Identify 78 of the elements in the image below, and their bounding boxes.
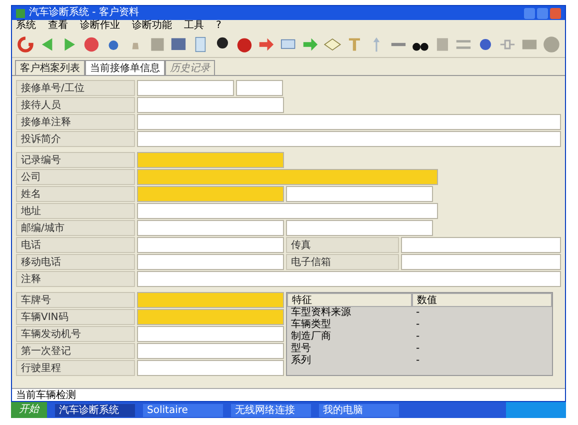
- field-label: 公司: [16, 169, 135, 185]
- input-field[interactable]: [137, 169, 438, 185]
- menu-item[interactable]: ?: [216, 20, 222, 32]
- table-cell-text: 车辆类型: [290, 319, 332, 330]
- circle-icon[interactable]: [542, 35, 562, 54]
- input-field[interactable]: [137, 343, 284, 359]
- status-bar: 当前车辆检测: [12, 388, 565, 401]
- table-cell-text: 制造厂商: [290, 331, 332, 342]
- tab[interactable]: 客户档案列表: [15, 60, 85, 75]
- input-field[interactable]: [137, 97, 284, 113]
- menu-item[interactable]: 诊断功能: [132, 20, 172, 32]
- stop-icon[interactable]: [82, 35, 101, 54]
- menu-item[interactable]: 工具: [184, 20, 204, 32]
- input-field[interactable]: [286, 186, 433, 202]
- field-label: 车辆发动机号: [16, 326, 135, 342]
- table-cell-text: -: [415, 307, 421, 319]
- field-label: 移动电话: [16, 254, 135, 270]
- input-field[interactable]: [137, 220, 284, 236]
- field-label: 投诉简介: [16, 131, 135, 147]
- close-button[interactable]: [550, 8, 561, 18]
- input-field[interactable]: [137, 203, 438, 219]
- system-tray: [506, 402, 566, 418]
- taskbar-button[interactable]: 汽车诊断系统: [55, 404, 135, 416]
- tab[interactable]: 当前接修单信息: [85, 60, 165, 75]
- menu-item[interactable]: 查看: [48, 20, 68, 32]
- field-label: 电子信箱: [286, 254, 399, 270]
- input-field[interactable]: [236, 80, 283, 96]
- field-label: 接修单注释: [16, 114, 135, 130]
- menu-item[interactable]: 系统: [16, 20, 36, 32]
- input-field[interactable]: [137, 271, 561, 287]
- input-field[interactable]: [137, 152, 284, 168]
- start-button[interactable]: 开始: [11, 402, 47, 418]
- table-cell-text: 型号: [290, 343, 312, 354]
- field-label: 传真: [286, 237, 399, 253]
- window-title: 汽车诊断系统 - 客户资料: [29, 7, 139, 19]
- app-icon: [16, 8, 25, 18]
- menu-item[interactable]: 诊断作业: [80, 20, 120, 32]
- field-label: 第一次登记: [16, 343, 135, 359]
- maximize-button[interactable]: [537, 8, 548, 18]
- input-field[interactable]: [137, 309, 284, 325]
- taskbar-button[interactable]: 无线网络连接: [231, 404, 311, 416]
- input-field[interactable]: [137, 186, 284, 202]
- refresh-icon[interactable]: [16, 35, 35, 54]
- field-label: 注释: [16, 271, 135, 287]
- input-field[interactable]: [137, 254, 284, 270]
- field-label: 记录编号: [16, 152, 135, 168]
- table-cell-text: -: [415, 331, 421, 343]
- arrow-right-icon[interactable]: [257, 35, 276, 54]
- field-label: 邮编/城市: [16, 220, 135, 236]
- input-field[interactable]: [401, 237, 561, 253]
- input-field[interactable]: [137, 114, 561, 130]
- field-label: 姓名: [16, 186, 135, 202]
- field-label: 地址: [16, 203, 135, 219]
- field-label: 行驶里程: [16, 360, 135, 376]
- input-field[interactable]: [137, 292, 284, 308]
- minimize-button[interactable]: [524, 8, 535, 18]
- column-header: 数值: [412, 293, 552, 307]
- input-field[interactable]: [286, 220, 433, 236]
- field-label: 车辆VIN码: [16, 309, 135, 325]
- column-header: 特征: [287, 293, 412, 307]
- input-field[interactable]: [137, 80, 234, 96]
- input-field[interactable]: [137, 237, 284, 253]
- field-label: 电话: [16, 237, 135, 253]
- input-field[interactable]: [137, 326, 284, 342]
- table-cell-text: 系列: [290, 355, 312, 367]
- input-field[interactable]: [137, 131, 561, 147]
- field-label: 接修单号/工位: [16, 80, 135, 96]
- field-label: 接待人员: [16, 97, 135, 113]
- taskbar-button[interactable]: 我的电脑: [319, 404, 399, 416]
- taskbar-button[interactable]: Solitaire: [143, 404, 223, 416]
- input-field[interactable]: [137, 360, 284, 376]
- input-field[interactable]: [401, 254, 561, 270]
- table-cell-text: -: [415, 343, 421, 355]
- table-cell-text: -: [415, 355, 421, 367]
- table-cell-text: -: [415, 319, 421, 331]
- arrow-right-icon[interactable]: [300, 35, 320, 54]
- table-cell-text: 车型资料来源: [290, 307, 352, 318]
- field-label: 车牌号: [16, 292, 135, 308]
